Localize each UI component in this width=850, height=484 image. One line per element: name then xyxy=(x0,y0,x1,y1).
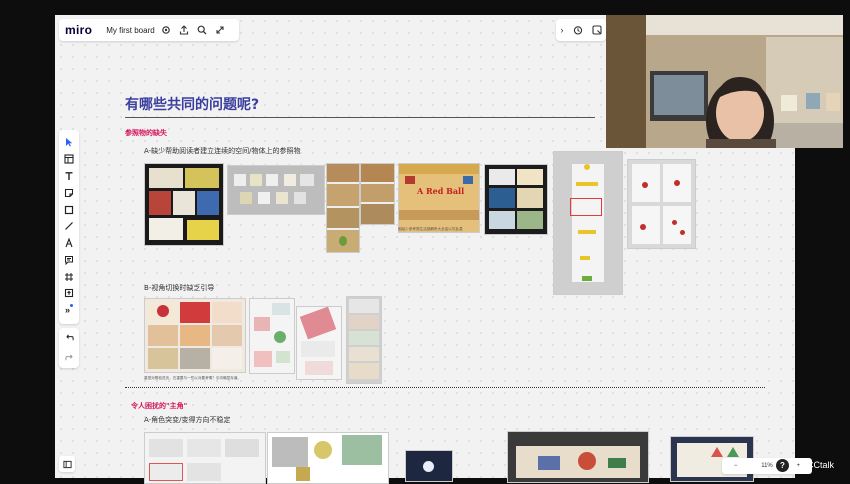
image-card[interactable] xyxy=(144,163,224,246)
image-card[interactable] xyxy=(227,165,325,215)
undo-redo-bar xyxy=(59,328,79,368)
board-name[interactable]: My first board xyxy=(106,26,154,35)
cctalk-logo-icon xyxy=(793,459,804,470)
side-panel-toggle-icon[interactable] xyxy=(59,456,75,472)
shape-tool-icon[interactable] xyxy=(62,203,76,217)
image-card[interactable] xyxy=(144,432,266,484)
section-2-heading: 令人困扰的"主角" xyxy=(131,402,188,410)
image-card[interactable] xyxy=(296,306,342,380)
section-1-b-caption: 重型对照检进页，在重要与一些以对要考情？引向确显存道。 xyxy=(144,376,242,380)
board-top-right-bar: › xyxy=(556,19,606,41)
help-button[interactable]: ? xyxy=(776,459,789,472)
red-ball-book-title: A Red Ball xyxy=(417,186,465,196)
upload-icon[interactable] xyxy=(62,286,76,300)
miro-logo[interactable]: miro xyxy=(65,23,92,37)
image-card[interactable] xyxy=(144,298,246,373)
image-card[interactable] xyxy=(267,432,389,484)
title-underline xyxy=(125,117,595,118)
image-card[interactable] xyxy=(360,163,395,225)
image-card[interactable] xyxy=(507,431,649,483)
image-card[interactable] xyxy=(484,164,548,235)
undo-icon[interactable] xyxy=(65,329,74,347)
text-tool-icon[interactable] xyxy=(62,169,76,183)
redo-icon[interactable] xyxy=(64,349,74,367)
image-card-a-red-ball[interactable]: A Red Ball xyxy=(398,163,480,233)
more-tools-icon[interactable]: » xyxy=(62,303,76,317)
share-upload-icon[interactable] xyxy=(177,23,191,37)
image-card[interactable] xyxy=(405,450,453,482)
search-icon[interactable] xyxy=(195,23,209,37)
pen-tool-icon[interactable] xyxy=(62,236,76,250)
board-header: miro My first board xyxy=(59,19,239,41)
frame-icon[interactable] xyxy=(62,270,76,284)
image-card[interactable] xyxy=(346,296,382,384)
presenter-video-frame xyxy=(606,15,843,148)
board-title: 有哪些共同的问题呢? xyxy=(125,97,260,113)
cctalk-watermark: CCtalk xyxy=(793,459,834,470)
sticky-note-icon[interactable] xyxy=(62,186,76,200)
section-1-subheading-b: B-视角切换时缺乏引导 xyxy=(144,284,215,292)
integrations-icon[interactable] xyxy=(213,23,227,37)
section-1-heading: 参照物的缺失 xyxy=(125,129,167,137)
image-card[interactable] xyxy=(249,298,295,374)
creation-toolbar: » xyxy=(59,130,79,324)
comment-icon[interactable] xyxy=(62,253,76,267)
cctalk-label: CCtalk xyxy=(807,459,835,470)
templates-icon[interactable] xyxy=(62,152,76,166)
image-card[interactable] xyxy=(326,163,360,253)
collapse-chevron-icon[interactable]: › xyxy=(561,25,564,35)
zoom-level[interactable]: 11% xyxy=(761,463,773,469)
image-card[interactable] xyxy=(627,159,696,249)
timer-icon[interactable] xyxy=(573,25,583,35)
section-1-subheading-a: A-缺少帮助阅读者建立连续的空间/物体上的参照物 xyxy=(144,147,301,155)
settings-icon[interactable] xyxy=(159,23,173,37)
red-ball-caption: 固绘少参考周生活感解来大全金以坑此甚 xyxy=(398,227,463,231)
section-2-subheading-a: A-角色突变/变得方向不稳定 xyxy=(144,416,231,424)
webcam-video xyxy=(606,15,843,148)
zoom-out-button[interactable]: − xyxy=(734,463,738,469)
section-divider xyxy=(125,387,765,388)
select-cursor-icon[interactable] xyxy=(62,135,76,149)
image-card-tall[interactable] xyxy=(553,151,623,295)
line-tool-icon[interactable] xyxy=(62,219,76,233)
reactions-icon[interactable] xyxy=(591,25,602,35)
